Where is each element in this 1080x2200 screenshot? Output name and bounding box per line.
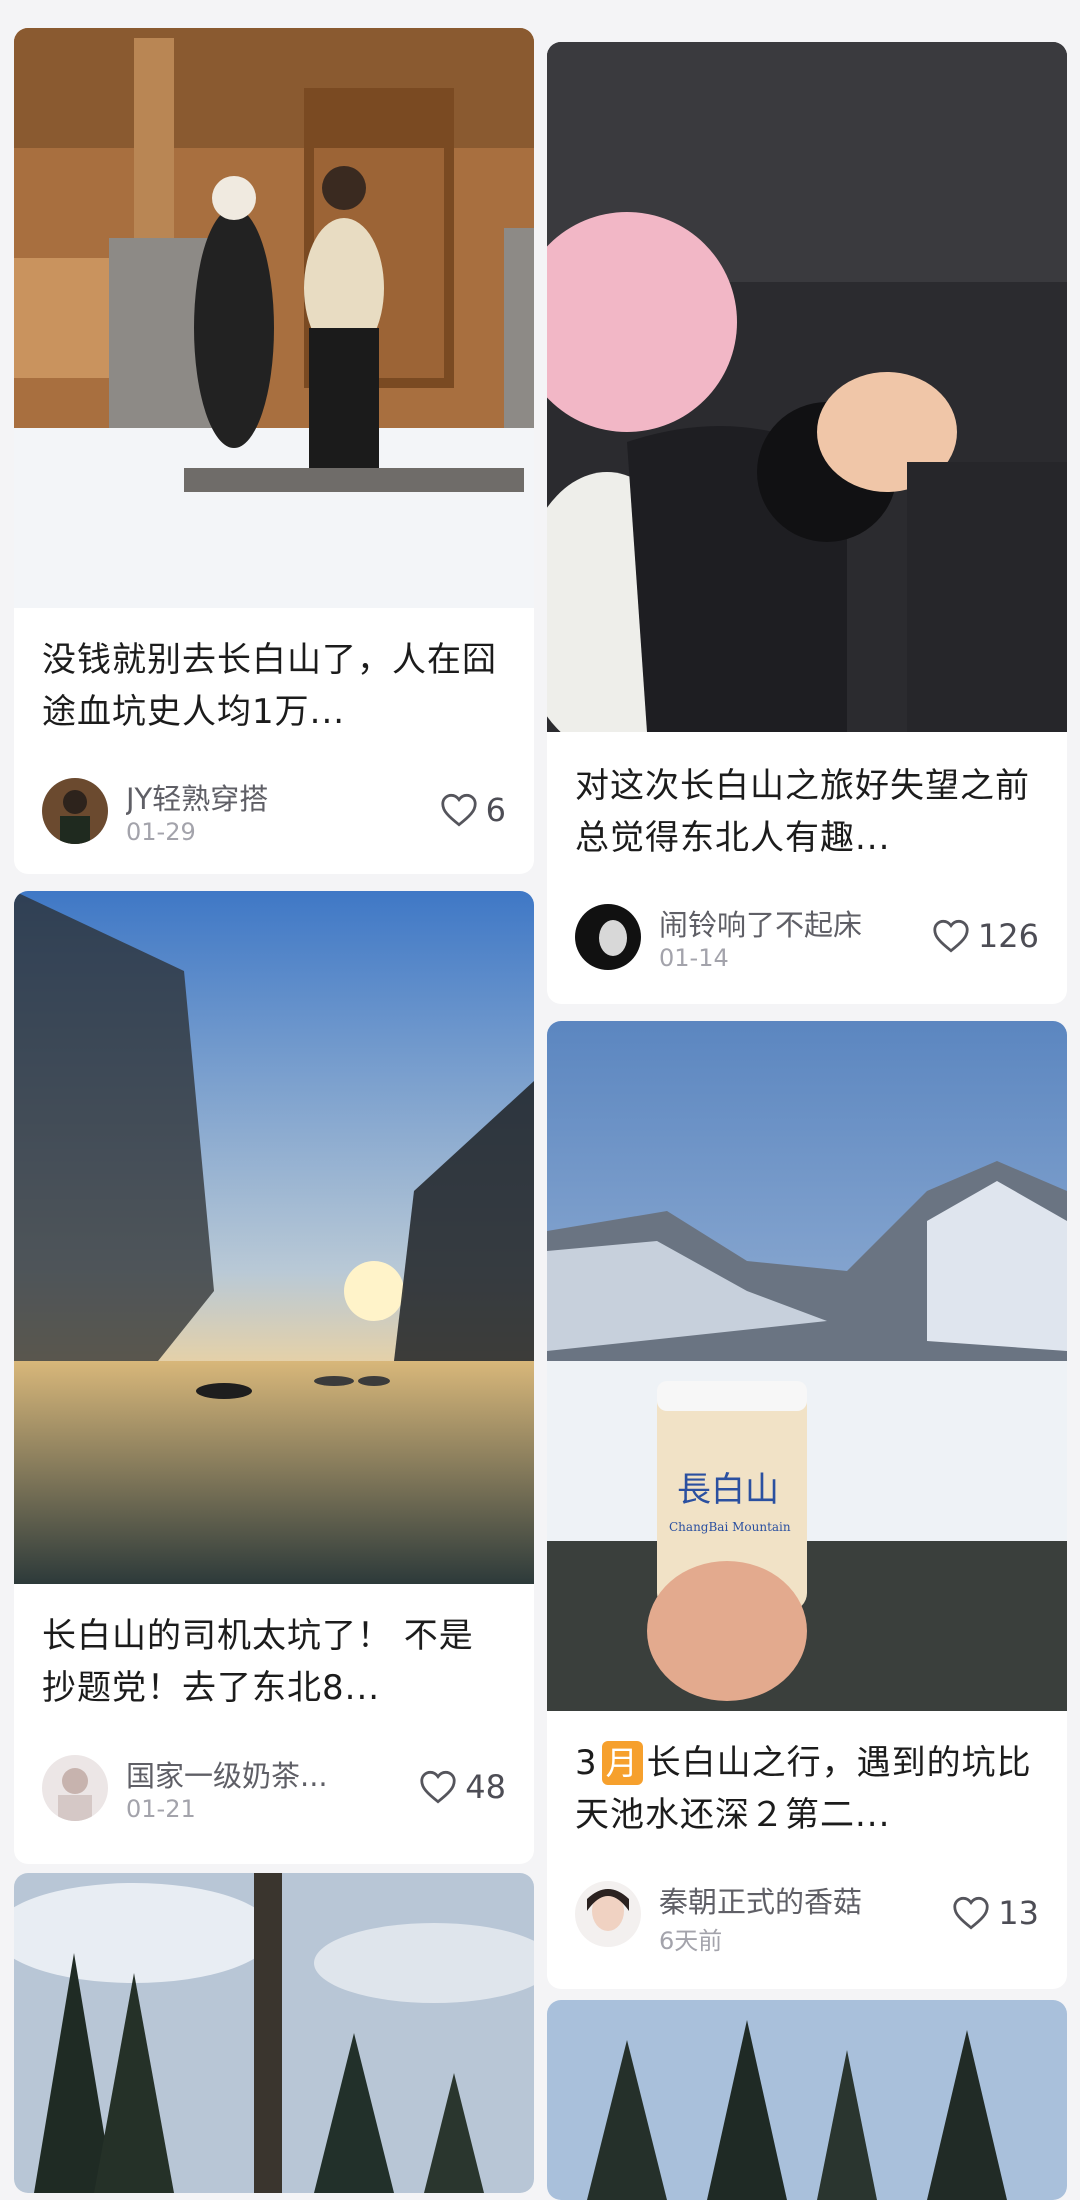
note-title[interactable]: 长白山的司机太坑了！ 不是抄题党！去了东北8... bbox=[42, 1610, 506, 1714]
note-meta: 国家一级奶茶... 01-21 48 bbox=[42, 1755, 506, 1825]
note-cover-image[interactable]: 長白山 ChangBai Mountain bbox=[547, 1021, 1067, 1711]
note-cover-image[interactable] bbox=[14, 891, 534, 1584]
like-count: 13 bbox=[998, 1894, 1039, 1932]
note-card[interactable]: 对这次长白山之旅好失望之前总觉得东北人有趣... 闹铃响了不起床 01-14 1… bbox=[547, 42, 1067, 1004]
cup-brand-text: 長白山 bbox=[677, 1470, 779, 1510]
author-avatar[interactable] bbox=[575, 904, 641, 970]
note-cover-image[interactable] bbox=[14, 1873, 534, 2193]
heart-outline-icon bbox=[420, 1770, 456, 1804]
note-card[interactable] bbox=[547, 2000, 1067, 2200]
like-count: 48 bbox=[465, 1768, 506, 1806]
author-name[interactable]: 秦朝正式的香菇 bbox=[659, 1879, 862, 1921]
heart-outline-icon bbox=[953, 1896, 989, 1930]
note-title[interactable]: 对这次长白山之旅好失望之前总觉得东北人有趣... bbox=[575, 760, 1039, 864]
post-date: 01-14 bbox=[659, 944, 729, 972]
note-meta: 秦朝正式的香菇 6天前 13 bbox=[575, 1879, 1039, 1955]
note-card[interactable]: 长白山的司机太坑了！ 不是抄题党！去了东北8... 国家一级奶茶... 01-2… bbox=[14, 891, 534, 1864]
title-number: 3 bbox=[575, 1743, 598, 1783]
note-cover-image[interactable] bbox=[14, 28, 534, 608]
note-card[interactable]: 長白山 ChangBai Mountain 3 月长白山之行，遇到的坑比天池水还深… bbox=[547, 1021, 1067, 1989]
like-button[interactable]: 13 bbox=[952, 1893, 1039, 1933]
author-name[interactable]: 闹铃响了不起床 bbox=[659, 902, 862, 944]
title-text: 长白山之行，遇到的坑比天池水还深２第二... bbox=[575, 1743, 1032, 1835]
note-card[interactable]: 没钱就别去长白山了，人在囧途血坑史人均1万... JY轻熟穿搭 01-29 6 bbox=[14, 28, 534, 874]
like-button[interactable]: 48 bbox=[419, 1767, 506, 1807]
author-avatar[interactable] bbox=[575, 1881, 641, 1947]
note-title[interactable]: 3 月长白山之行，遇到的坑比天池水还深２第二... bbox=[575, 1737, 1039, 1841]
cup-sub-text: ChangBai Mountain bbox=[669, 1520, 791, 1534]
post-date: 6天前 bbox=[659, 1927, 723, 1955]
heart-outline-icon bbox=[933, 919, 969, 953]
like-button[interactable]: 126 bbox=[932, 916, 1039, 956]
note-cover-image[interactable] bbox=[547, 2000, 1067, 2200]
month-badge: 月 bbox=[601, 1741, 643, 1785]
post-date: 01-29 bbox=[126, 818, 196, 846]
note-title[interactable]: 没钱就别去长白山了，人在囧途血坑史人均1万... bbox=[42, 634, 506, 738]
note-card[interactable] bbox=[14, 1873, 534, 2193]
author-avatar[interactable] bbox=[42, 1755, 108, 1821]
author-avatar[interactable] bbox=[42, 778, 108, 844]
note-meta: 闹铃响了不起床 01-14 126 bbox=[575, 904, 1039, 974]
like-button[interactable]: 6 bbox=[440, 790, 506, 830]
like-count: 6 bbox=[485, 791, 506, 829]
note-cover-image[interactable] bbox=[547, 42, 1067, 732]
post-date: 01-21 bbox=[126, 1795, 196, 1823]
heart-outline-icon bbox=[441, 793, 477, 827]
author-name[interactable]: 国家一级奶茶... bbox=[126, 1753, 328, 1795]
author-name[interactable]: JY轻熟穿搭 bbox=[126, 776, 268, 818]
like-count: 126 bbox=[977, 917, 1039, 955]
note-meta: JY轻熟穿搭 01-29 6 bbox=[42, 778, 506, 848]
